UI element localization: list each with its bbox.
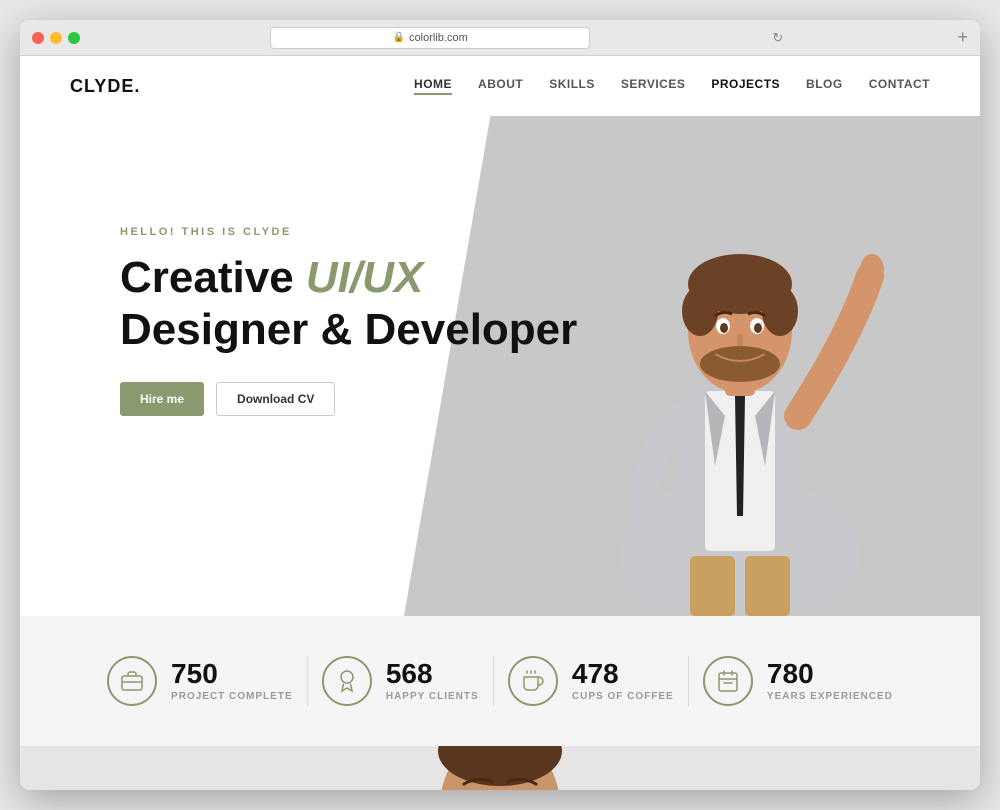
nav-services[interactable]: SERVICES: [621, 77, 685, 95]
stat-years: 780 YEARS EXPERIENCED: [703, 656, 893, 706]
briefcase-icon: [120, 669, 144, 693]
stat-label-years: YEARS EXPERIENCED: [767, 691, 893, 702]
stat-label-projects: PROJECT COMPLETE: [171, 691, 293, 702]
browser-window: 🔒 colorlib.com ↻ + CLYDE. HOME ABOUT SKI…: [20, 20, 980, 790]
stat-text-coffee: 478 CUPS OF COFFEE: [572, 660, 674, 702]
stat-divider-1: [307, 656, 308, 706]
stat-number-years: 780: [767, 660, 893, 688]
nav-home[interactable]: HOME: [414, 77, 452, 95]
nav-skills[interactable]: SKILLS: [549, 77, 595, 95]
hero-title-highlight: UI/UX: [306, 253, 423, 302]
website-content: CLYDE. HOME ABOUT SKILLS SERVICES PROJEC…: [20, 56, 980, 790]
stat-text-years: 780 YEARS EXPERIENCED: [767, 660, 893, 702]
nav-blog[interactable]: BLOG: [806, 77, 843, 95]
maximize-button[interactable]: [68, 32, 80, 44]
new-tab-button[interactable]: +: [957, 27, 968, 48]
award-icon: [335, 669, 359, 693]
stat-icon-clients: [322, 656, 372, 706]
stat-divider-3: [688, 656, 689, 706]
main-nav: HOME ABOUT SKILLS SERVICES PROJECTS BLOG…: [414, 77, 930, 95]
stat-icon-coffee: [508, 656, 558, 706]
minimize-button[interactable]: [50, 32, 62, 44]
download-cv-button[interactable]: Download CV: [216, 382, 335, 416]
close-button[interactable]: [32, 32, 44, 44]
stat-number-projects: 750: [171, 660, 293, 688]
person-svg: [560, 136, 920, 616]
stat-label-coffee: CUPS OF COFFEE: [572, 691, 674, 702]
stat-divider-2: [493, 656, 494, 706]
nav-projects[interactable]: PROJECTS: [711, 77, 780, 95]
calendar-icon: [716, 669, 740, 693]
site-logo[interactable]: CLYDE.: [70, 76, 140, 97]
coffee-icon: [521, 669, 545, 693]
stat-number-coffee: 478: [572, 660, 674, 688]
url-bar[interactable]: 🔒 colorlib.com: [270, 27, 590, 49]
url-text: colorlib.com: [409, 32, 468, 44]
nav-about[interactable]: ABOUT: [478, 77, 523, 95]
stat-icon-projects: [107, 656, 157, 706]
stat-clients: 568 HAPPY CLIENTS: [322, 656, 479, 706]
hero-title-line2: Designer & Developer: [120, 305, 577, 354]
stat-icon-years: [703, 656, 753, 706]
stat-text-clients: 568 HAPPY CLIENTS: [386, 660, 479, 702]
hero-title-line1: Creative: [120, 253, 306, 302]
stat-label-clients: HAPPY CLIENTS: [386, 691, 479, 702]
hero-section: HELLO! THIS IS CLYDE Creative UI/UX Desi…: [20, 116, 980, 616]
window-controls: [32, 32, 80, 44]
hero-person-image: [560, 136, 920, 616]
refresh-icon[interactable]: ↻: [772, 30, 783, 46]
stat-coffee: 478 CUPS OF COFFEE: [508, 656, 674, 706]
browser-titlebar: 🔒 colorlib.com ↻ +: [20, 20, 980, 56]
stat-text-projects: 750 PROJECT COMPLETE: [171, 660, 293, 702]
stats-section: 750 PROJECT COMPLETE 568 HAPPY CLIENTS: [20, 616, 980, 746]
stat-projects: 750 PROJECT COMPLETE: [107, 656, 293, 706]
about-person-face: [360, 746, 640, 790]
nav-contact[interactable]: CONTACT: [869, 77, 930, 95]
stat-number-clients: 568: [386, 660, 479, 688]
about-preview-section: [20, 746, 980, 790]
hire-me-button[interactable]: Hire me: [120, 382, 204, 416]
